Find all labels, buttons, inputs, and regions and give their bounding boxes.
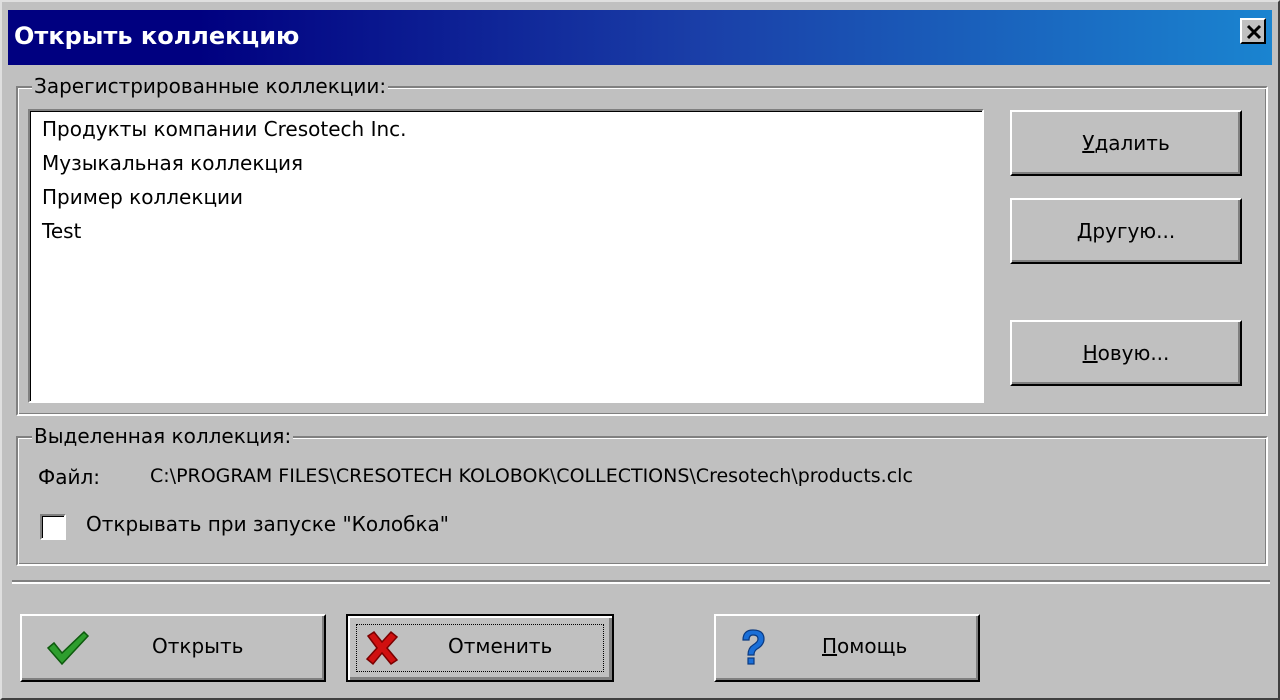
list-item[interactable]: Пример коллекции — [42, 185, 243, 209]
open-on-start-label[interactable]: Открывать при запуске "Колобка" — [86, 512, 449, 536]
list-item[interactable]: Музыкальная коллекция — [42, 151, 303, 175]
help-button[interactable]: Помощь — [714, 614, 980, 682]
other-button[interactable]: Другую... — [1010, 198, 1242, 264]
help-button-accel: П — [822, 634, 838, 658]
question-mark-icon — [742, 629, 765, 665]
cancel-button[interactable]: Отменить — [346, 614, 614, 682]
open-collection-dialog: Открыть коллекцию Зарегистрированные кол… — [0, 0, 1280, 700]
selected-collection-group — [16, 436, 1268, 566]
help-button-label: Помощь — [822, 616, 907, 676]
cancel-button-label: Отменить — [448, 634, 553, 658]
checkmark-icon — [46, 630, 90, 666]
open-button[interactable]: Открыть — [20, 614, 326, 682]
delete-button-label: далить — [1094, 131, 1170, 155]
collections-listbox[interactable]: Продукты компании Cresotech Inc. Музыкал… — [28, 109, 984, 403]
open-button-label: Открыть — [152, 634, 244, 658]
close-icon — [1246, 24, 1262, 40]
new-button-accel: Н — [1082, 341, 1098, 365]
delete-button-accel: У — [1082, 131, 1095, 155]
open-on-start-checkbox[interactable] — [40, 514, 66, 540]
red-cross-icon — [365, 630, 399, 666]
registered-collections-legend: Зарегистрированные коллекции: — [32, 74, 389, 98]
separator — [12, 580, 1270, 584]
new-button[interactable]: Новую... — [1010, 320, 1242, 386]
help-button-label-rest: омощь — [837, 634, 908, 658]
selected-collection-legend: Выделенная коллекция: — [32, 424, 294, 448]
file-path: C:\PROGRAM FILES\CRESOTECH KOLOBOK\COLLE… — [150, 465, 913, 487]
delete-button[interactable]: Удалить — [1010, 110, 1242, 176]
new-button-label: овую... — [1097, 341, 1170, 365]
file-label: Файл: — [38, 465, 100, 489]
other-button-accel: Д — [1076, 219, 1093, 243]
close-button[interactable] — [1240, 18, 1266, 44]
list-item[interactable]: Test — [42, 219, 81, 243]
list-item[interactable]: Продукты компании Cresotech Inc. — [42, 117, 407, 141]
other-button-label: ругую... — [1092, 219, 1176, 243]
title-bar[interactable]: Открыть коллекцию — [8, 10, 1272, 65]
window-title: Открыть коллекцию — [14, 22, 300, 50]
